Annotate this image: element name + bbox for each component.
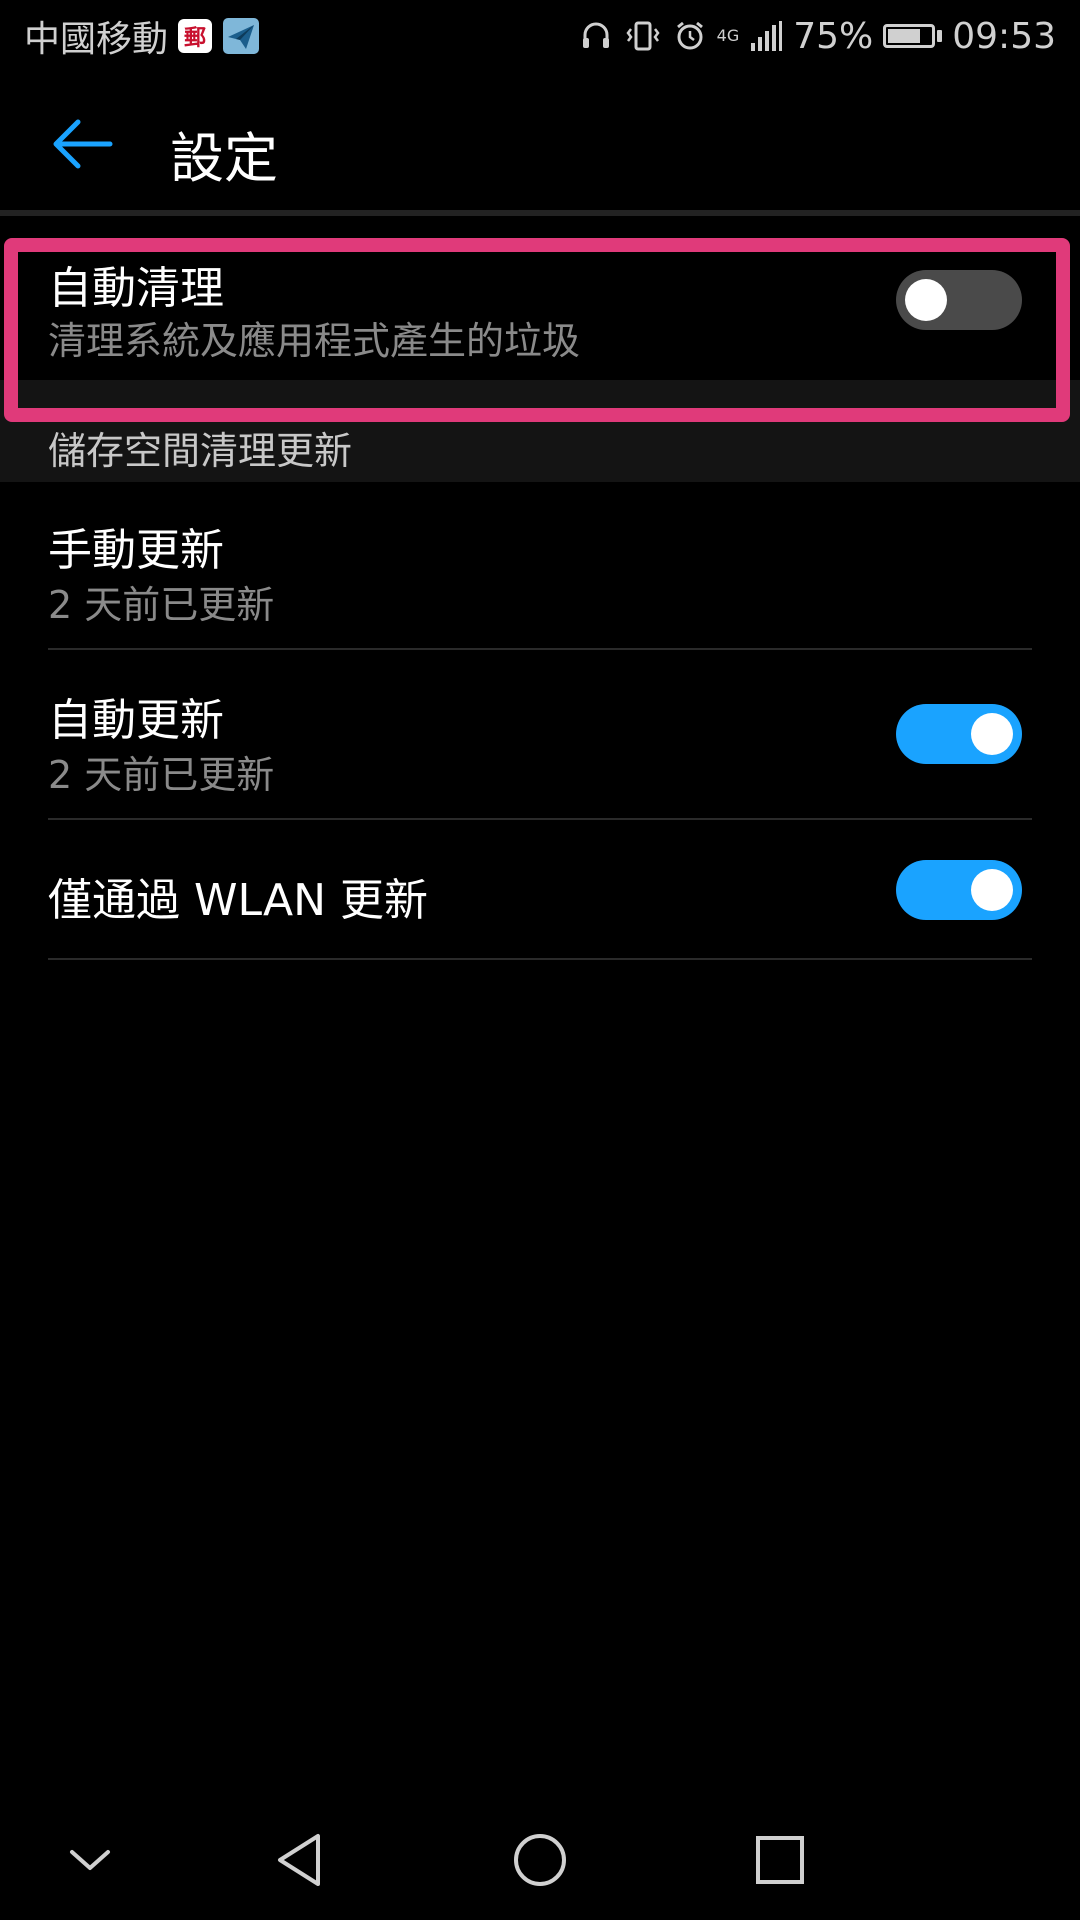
manual-update-row[interactable]: 手動更新 2 天前已更新 bbox=[0, 502, 1080, 650]
auto-update-toggle[interactable] bbox=[896, 704, 1022, 764]
page-title: 設定 bbox=[170, 127, 278, 190]
toggle-knob bbox=[971, 713, 1013, 755]
home-circle-icon[interactable] bbox=[500, 1820, 580, 1900]
status-right: 4G 75% 09:53 bbox=[579, 16, 1056, 57]
carrier-name: 中國移動 bbox=[24, 19, 169, 60]
network-type: 4G bbox=[716, 26, 740, 45]
vibrate-icon bbox=[626, 21, 660, 51]
recent-square-icon[interactable] bbox=[740, 1820, 820, 1900]
wlan-only-title: 僅通過 WLAN 更新 bbox=[48, 875, 429, 926]
clock: 09:53 bbox=[952, 15, 1056, 57]
battery-fill bbox=[888, 29, 920, 43]
auto-update-row[interactable]: 自動更新 2 天前已更新 bbox=[0, 672, 1080, 820]
headset-icon bbox=[582, 22, 609, 48]
toggle-knob bbox=[971, 869, 1013, 911]
manual-update-title: 手動更新 bbox=[48, 525, 224, 576]
alarm-icon bbox=[676, 21, 703, 50]
section-label: 儲存空間清理更新 bbox=[48, 429, 353, 473]
signal-icon bbox=[751, 21, 783, 51]
battery-icon bbox=[883, 24, 943, 48]
status-bar: 中國移動 郵 4G 75% 09:53 bbox=[0, 0, 1080, 72]
paper-plane-icon bbox=[223, 18, 260, 54]
chevron-down-icon[interactable] bbox=[50, 1820, 130, 1900]
row-divider bbox=[48, 958, 1032, 960]
app-header: 設定 bbox=[0, 72, 1080, 212]
mail-badge-icon: 郵 bbox=[178, 19, 213, 53]
auto-clean-row[interactable]: 自動清理 清理系統及應用程式產生的垃圾 bbox=[0, 238, 1080, 388]
auto-clean-title: 自動清理 bbox=[48, 263, 224, 314]
auto-clean-toggle[interactable] bbox=[896, 270, 1022, 330]
wlan-only-toggle[interactable] bbox=[896, 860, 1022, 920]
status-left: 中國移動 郵 bbox=[24, 10, 260, 62]
header-divider bbox=[0, 210, 1080, 216]
row-divider bbox=[48, 818, 1032, 820]
manual-update-subtitle: 2 天前已更新 bbox=[48, 583, 275, 627]
toggle-knob bbox=[905, 279, 947, 321]
auto-clean-subtitle: 清理系統及應用程式產生的垃圾 bbox=[48, 319, 581, 363]
battery-percent: 75% bbox=[793, 15, 874, 57]
section-header: 儲存空間清理更新 bbox=[0, 380, 1080, 482]
navigation-bar bbox=[0, 1790, 1080, 1920]
back-triangle-icon[interactable] bbox=[260, 1820, 340, 1900]
row-divider bbox=[48, 648, 1032, 650]
auto-update-title: 自動更新 bbox=[48, 695, 224, 746]
back-arrow-icon[interactable] bbox=[50, 116, 114, 172]
wlan-only-row[interactable]: 僅通過 WLAN 更新 bbox=[0, 842, 1080, 962]
auto-update-subtitle: 2 天前已更新 bbox=[48, 753, 275, 797]
